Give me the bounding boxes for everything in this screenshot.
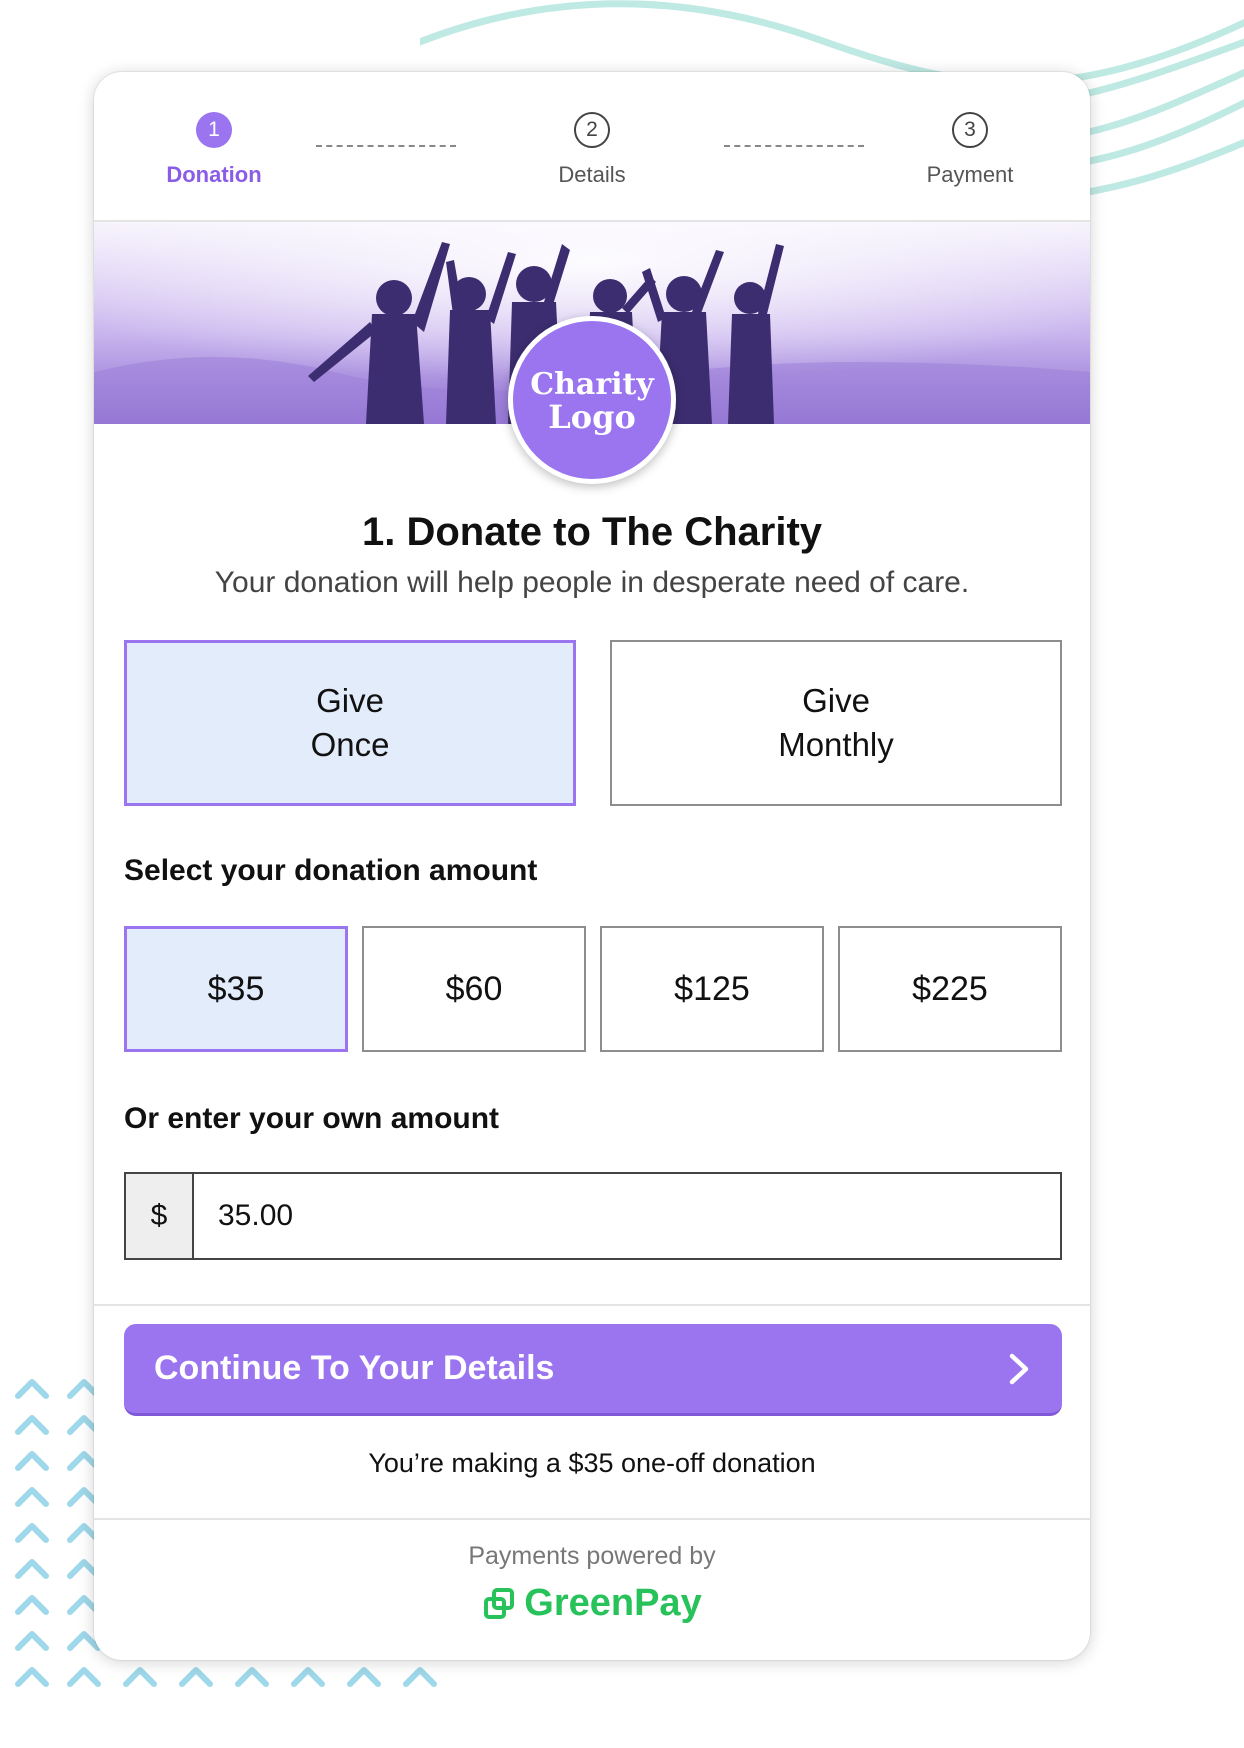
continue-button[interactable]: Continue To Your Details bbox=[124, 1324, 1062, 1416]
step-label: Donation bbox=[166, 162, 262, 187]
logo-line-2: Logo bbox=[548, 398, 636, 436]
give-monthly-option[interactable]: Give Monthly bbox=[610, 640, 1062, 806]
continue-button-label: Continue To Your Details bbox=[154, 1349, 555, 1387]
progress-stepper: 1 Donation 2 Details 3 Payment bbox=[94, 72, 1090, 220]
step-label: Payment bbox=[926, 162, 1014, 187]
amount-option-35[interactable]: $35 bbox=[124, 926, 348, 1052]
step-connector bbox=[316, 145, 456, 147]
donation-card: 1 Donation 2 Details 3 Payment Charity L… bbox=[94, 72, 1090, 1660]
option-label-line2: Monthly bbox=[778, 726, 894, 763]
option-label-line1: Give bbox=[316, 682, 384, 719]
page-subtitle: Your donation will help people in desper… bbox=[214, 566, 970, 599]
own-amount-input[interactable] bbox=[194, 1174, 1060, 1258]
footer-divider bbox=[94, 1518, 1090, 1520]
step-number: 2 bbox=[574, 112, 610, 148]
option-label-line2: Once bbox=[310, 726, 390, 763]
option-label-line1: Give bbox=[802, 682, 870, 719]
greenpay-brand: GreenPay bbox=[94, 1582, 1090, 1625]
donation-summary: You’re making a $35 one-off donation bbox=[368, 1448, 816, 1478]
charity-logo-wordmark: Charity Logo bbox=[530, 367, 655, 436]
amount-section-label: Select your donation amount bbox=[124, 854, 538, 887]
step-label: Details bbox=[558, 162, 626, 187]
step-donation[interactable]: 1 Donation bbox=[114, 112, 314, 188]
currency-prefix: $ bbox=[126, 1174, 194, 1258]
powered-by-label: Payments powered by bbox=[468, 1542, 716, 1570]
amount-option-225[interactable]: $225 bbox=[838, 926, 1062, 1052]
logo-line-1: Charity bbox=[530, 367, 655, 402]
charity-logo: Charity Logo bbox=[508, 316, 676, 484]
amount-option-60[interactable]: $60 bbox=[362, 926, 586, 1052]
step-number: 3 bbox=[952, 112, 988, 148]
greenpay-wordmark: GreenPay bbox=[524, 1582, 702, 1624]
step-payment[interactable]: 3 Payment bbox=[870, 112, 1070, 188]
own-amount-label: Or enter your own amount bbox=[124, 1102, 500, 1135]
page-title: 1. Donate to The Charity bbox=[361, 510, 823, 554]
own-amount-field: $ bbox=[124, 1172, 1062, 1260]
greenpay-logo-icon bbox=[484, 1587, 515, 1619]
give-once-option[interactable]: Give Once bbox=[124, 640, 576, 806]
chevron-right-icon bbox=[1009, 1353, 1029, 1384]
step-connector bbox=[724, 145, 864, 147]
step-details[interactable]: 2 Details bbox=[492, 112, 692, 188]
section-divider bbox=[94, 1304, 1090, 1306]
step-number: 1 bbox=[196, 112, 232, 148]
amount-option-125[interactable]: $125 bbox=[600, 926, 824, 1052]
